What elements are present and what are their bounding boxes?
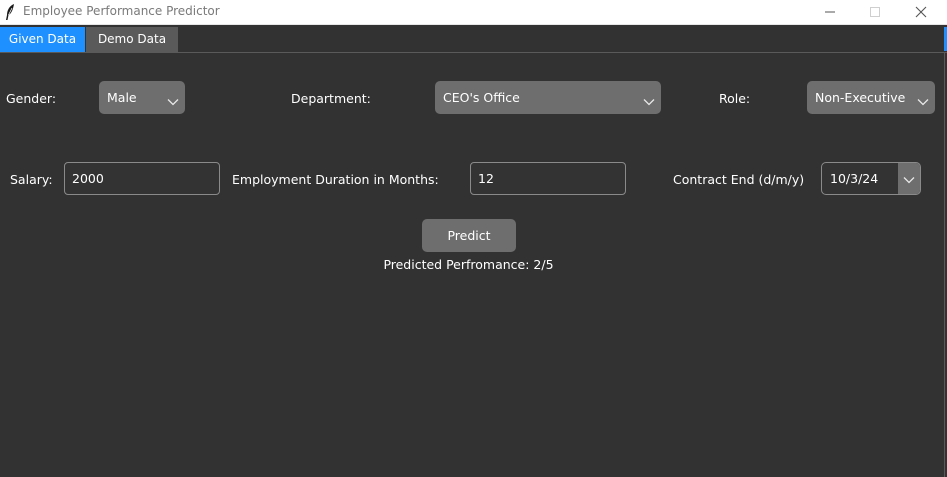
chevron-down-icon [917,94,929,105]
department-label: Department: [291,91,371,106]
maximize-icon [869,3,881,22]
tab-demo-data[interactable]: Demo Data [86,27,178,52]
app-window: Employee Performance Predictor Given Dat… [0,0,947,477]
feather-icon [4,3,16,21]
department-value: CEO's Office [443,90,520,105]
role-label: Role: [719,91,751,106]
maximize-button[interactable] [852,0,898,24]
chevron-down-icon [167,94,179,105]
contract-end-date-picker[interactable]: 10/3/24 [821,162,921,195]
contract-end-label: Contract End (d/m/y) [673,172,805,187]
close-button[interactable] [898,0,944,24]
predict-button[interactable]: Predict [422,219,516,252]
duration-value: 12 [478,171,494,186]
tab-bar: Given Data Demo Data [0,27,947,52]
close-icon [915,3,927,22]
role-value: Non-Executive [815,90,906,105]
salary-label: Salary: [10,172,53,187]
tab-divider [0,52,947,53]
tab-given-data[interactable]: Given Data [0,27,85,52]
department-dropdown[interactable]: CEO's Office [435,81,661,114]
minimize-icon [824,3,836,22]
gender-value: Male [107,90,137,105]
chevron-down-icon [903,169,915,188]
duration-label: Employment Duration in Months: [232,172,439,187]
role-dropdown[interactable]: Non-Executive [807,81,935,114]
gender-label: Gender: [6,91,57,106]
gender-dropdown[interactable]: Male [99,81,185,114]
predicted-performance-text: Predicted Perfromance: 2/5 [383,257,554,272]
minimize-button[interactable] [807,0,853,24]
salary-value: 2000 [72,171,104,186]
duration-input[interactable]: 12 [470,162,626,195]
contract-end-value[interactable]: 10/3/24 [830,163,878,194]
frame-border [944,53,945,477]
window-title: Employee Performance Predictor [23,4,220,18]
chevron-down-icon [643,94,655,105]
salary-input[interactable]: 2000 [64,162,220,195]
date-dropdown-button[interactable] [898,163,920,194]
title-bar: Employee Performance Predictor [0,0,947,25]
